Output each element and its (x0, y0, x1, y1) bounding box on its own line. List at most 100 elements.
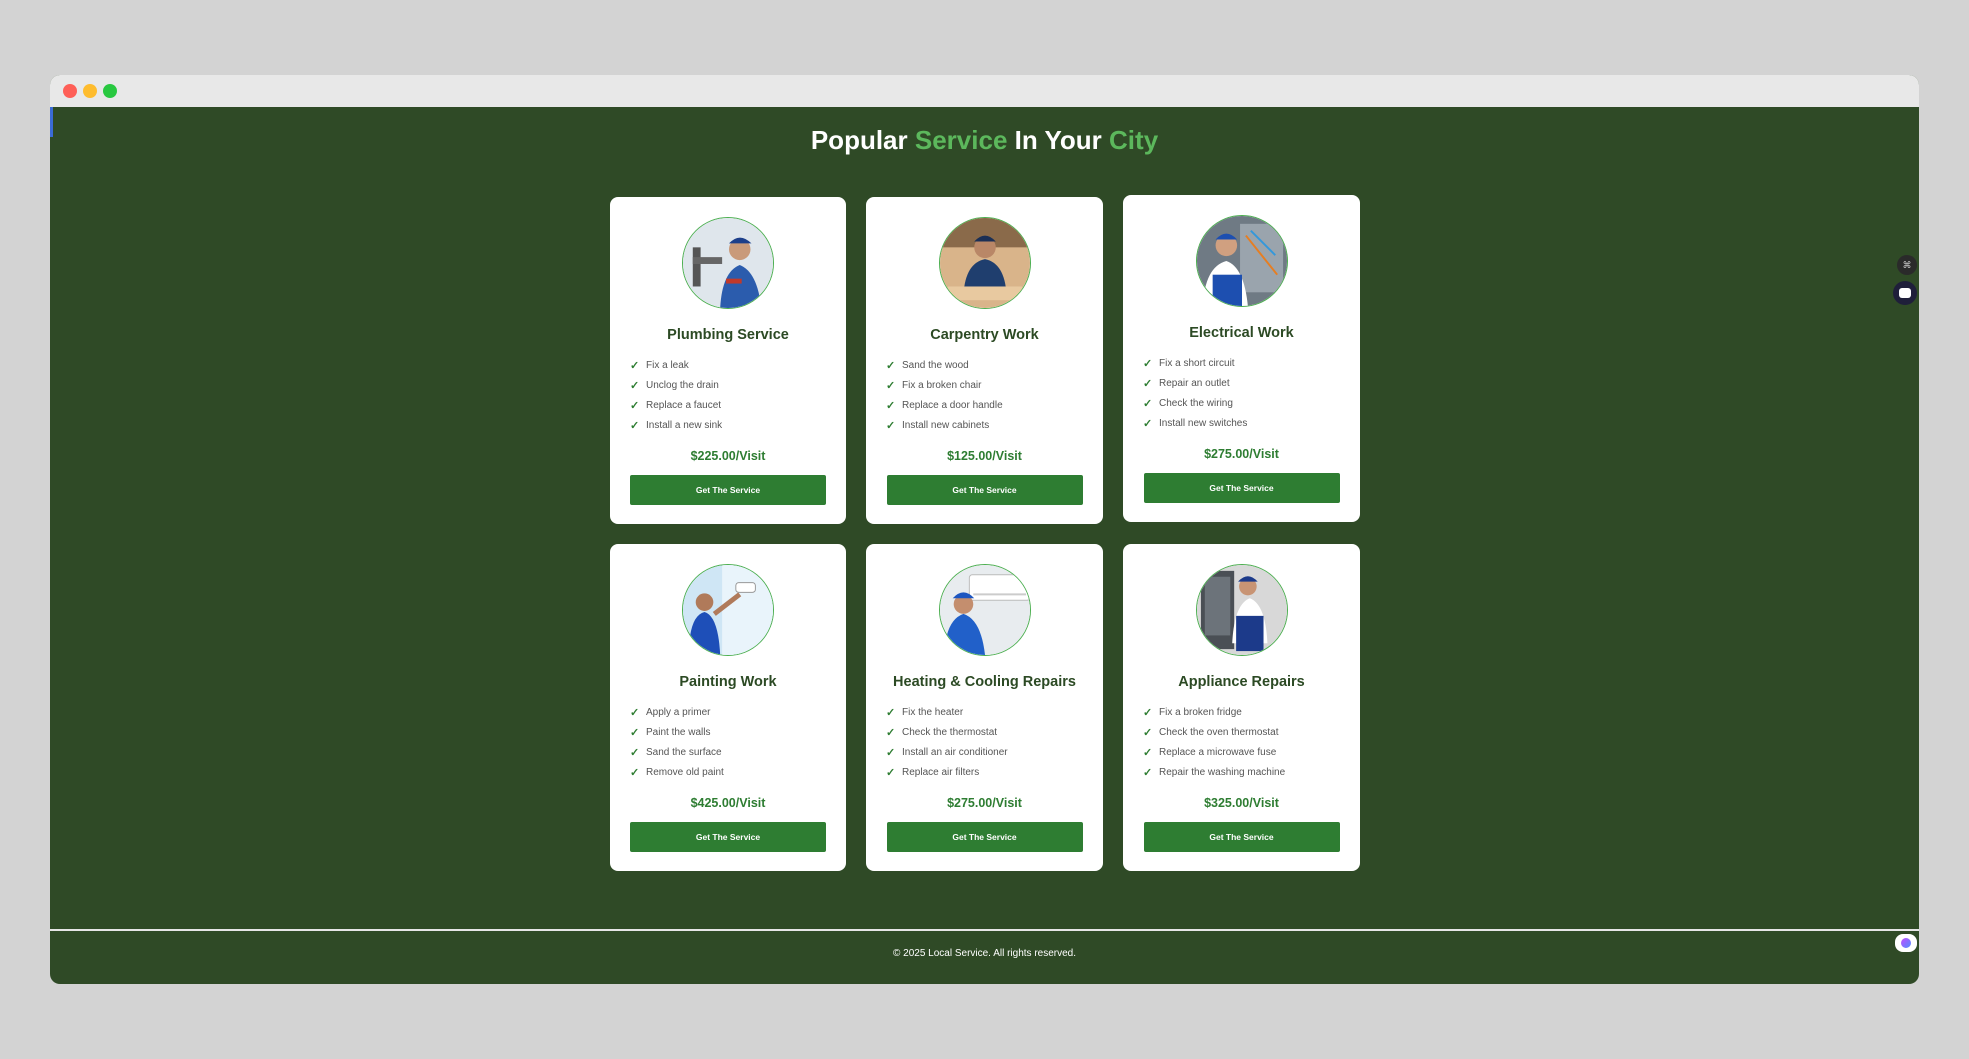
service-price: $325.00/Visit (1204, 796, 1279, 810)
chat-assistant-icon[interactable] (1893, 281, 1917, 305)
get-service-button[interactable]: Get The Service (1143, 473, 1340, 503)
painter-icon (682, 564, 774, 656)
check-icon: ✓ (886, 419, 896, 432)
check-icon: ✓ (1143, 397, 1153, 410)
get-service-button[interactable]: Get The Service (630, 822, 826, 852)
feature-item: ✓ Check the wiring (1143, 397, 1233, 410)
minimize-window-button[interactable] (83, 84, 97, 98)
feature-item: ✓ Install new switches (1143, 417, 1248, 430)
feature-item: ✓ Replace a door handle (886, 399, 1003, 412)
feature-item: ✓ Sand the wood (886, 359, 969, 372)
service-price: $125.00/Visit (947, 449, 1022, 463)
feature-item: ✓ Unclog the drain (630, 379, 719, 392)
service-card-electrical: Electrical Work ✓ Fix a short circuit ✓ Re… (1123, 195, 1360, 522)
maximize-window-button[interactable] (103, 84, 117, 98)
check-icon: ✓ (630, 706, 640, 719)
footer-divider (50, 929, 1919, 931)
feature-item: ✓ Apply a primer (630, 706, 711, 719)
check-icon: ✓ (886, 359, 896, 372)
page-content: Popular Service In Your City Plumbing Se… (50, 107, 1919, 984)
feature-item: ✓ Repair an outlet (1143, 377, 1230, 390)
check-icon: ✓ (630, 399, 640, 412)
feature-list: ✓ Sand the wood ✓ Fix a broken chair ✓ Repl… (886, 355, 1083, 435)
check-icon: ✓ (1143, 357, 1153, 370)
feature-item: ✓ Check the thermostat (886, 726, 998, 739)
feature-item: ✓ Repair the washing machine (1143, 766, 1286, 779)
service-price: $275.00/Visit (1204, 447, 1279, 461)
get-service-button[interactable]: Get The Service (1143, 822, 1340, 852)
appliance-technician-icon (1195, 564, 1288, 656)
feature-item: ✓ Fix the heater (886, 706, 964, 719)
service-price: $425.00/Visit (690, 796, 766, 810)
check-icon: ✓ (630, 726, 640, 739)
check-icon: ✓ (1143, 746, 1153, 759)
feature-item: ✓ Remove old paint (630, 766, 724, 779)
get-service-button[interactable]: Get The Service (886, 475, 1083, 505)
check-icon: ✓ (886, 746, 896, 759)
check-icon: ✓ (1143, 726, 1153, 739)
feature-item: ✓ Install an air conditioner (886, 746, 1008, 759)
browser-window: Popular Service In Your City Plumbing Se… (50, 75, 1919, 984)
service-title: Plumbing Service (667, 327, 789, 343)
feature-item: ✓ Check the oven thermostat (1143, 726, 1279, 739)
check-icon: ✓ (1143, 417, 1153, 430)
page-title: Popular Service In Your City (50, 125, 1919, 156)
service-card-heating-cooling: Heating & Cooling Repairs ✓ Fix the heate… (866, 544, 1103, 871)
feature-item: ✓ Sand the surface (630, 746, 722, 759)
service-card-appliance: Appliance Repairs ✓ Fix a broken fridge ✓… (1123, 544, 1360, 871)
feature-list: ✓ Fix a leak ✓ Unclog the drain ✓ Replace a… (630, 355, 826, 435)
services-grid: Plumbing Service ✓ Fix a leak ✓ Unclog the… (610, 195, 1360, 871)
feature-item: ✓ Replace a microwave fuse (1143, 746, 1277, 759)
service-card-painting: Painting Work ✓ Apply a primer ✓ Paint the… (610, 544, 846, 871)
title-word-service: Service (914, 125, 1008, 155)
feature-item: ✓ Replace air filters (886, 766, 980, 779)
service-card-plumbing: Plumbing Service ✓ Fix a leak ✓ Unclog the… (610, 197, 846, 524)
check-icon: ✓ (630, 379, 640, 392)
title-word-popular: Popular (810, 125, 908, 155)
feature-item: ✓ Fix a leak (630, 359, 689, 372)
check-icon: ✓ (886, 399, 896, 412)
check-icon: ✓ (1143, 766, 1153, 779)
title-word-city: City (1109, 125, 1159, 155)
feature-item: ✓ Fix a broken fridge (1143, 706, 1242, 719)
feature-list: ✓ Apply a primer ✓ Paint the walls ✓ Sand t… (630, 702, 826, 782)
service-title: Appliance Repairs (1178, 674, 1305, 690)
service-title: Carpentry Work (930, 327, 1039, 343)
hvac-technician-icon (938, 564, 1031, 656)
service-title: Painting Work (679, 674, 777, 690)
check-icon: ✓ (630, 359, 640, 372)
feature-item: ✓ Install a new sink (630, 419, 723, 432)
check-icon: ✓ (886, 726, 896, 739)
service-card-carpentry: Carpentry Work ✓ Sand the wood ✓ Fix a bro… (866, 197, 1103, 524)
window-titlebar (50, 75, 1919, 107)
check-icon: ✓ (630, 766, 640, 779)
check-icon: ✓ (886, 766, 896, 779)
feature-item: ✓ Replace a faucet (630, 399, 722, 412)
title-word-in-your: In Your (1014, 125, 1102, 155)
check-icon: ✓ (630, 746, 640, 759)
check-icon: ✓ (630, 419, 640, 432)
assistant-launcher-icon[interactable] (1895, 934, 1917, 952)
service-title: Heating & Cooling Repairs (893, 674, 1076, 690)
plumber-icon (682, 217, 774, 309)
check-icon: ✓ (886, 706, 896, 719)
electrician-icon (1195, 215, 1288, 307)
check-icon: ✓ (1143, 377, 1153, 390)
close-window-button[interactable] (63, 84, 77, 98)
check-icon: ✓ (886, 379, 896, 392)
feature-item: ✓ Install new cabinets (886, 419, 990, 432)
feature-list: ✓ Fix the heater ✓ Check the thermostat ✓ I… (886, 702, 1083, 782)
feature-item: ✓ Paint the walls (630, 726, 711, 739)
extension-grid-icon[interactable]: ⌘ (1897, 255, 1917, 275)
get-service-button[interactable]: Get The Service (630, 475, 826, 505)
get-service-button[interactable]: Get The Service (886, 822, 1083, 852)
check-icon: ✓ (1143, 706, 1153, 719)
feature-item: ✓ Fix a short circuit (1143, 357, 1235, 370)
feature-item: ✓ Fix a broken chair (886, 379, 982, 392)
feature-list: ✓ Fix a short circuit ✓ Repair an outlet ✓… (1143, 353, 1340, 433)
feature-list: ✓ Fix a broken fridge ✓ Check the oven the… (1143, 702, 1340, 782)
carpenter-icon (938, 217, 1031, 309)
service-price: $225.00/Visit (690, 449, 766, 463)
service-title: Electrical Work (1189, 325, 1294, 341)
footer-copyright: © 2025 Local Service. All rights reserve… (892, 948, 1076, 959)
